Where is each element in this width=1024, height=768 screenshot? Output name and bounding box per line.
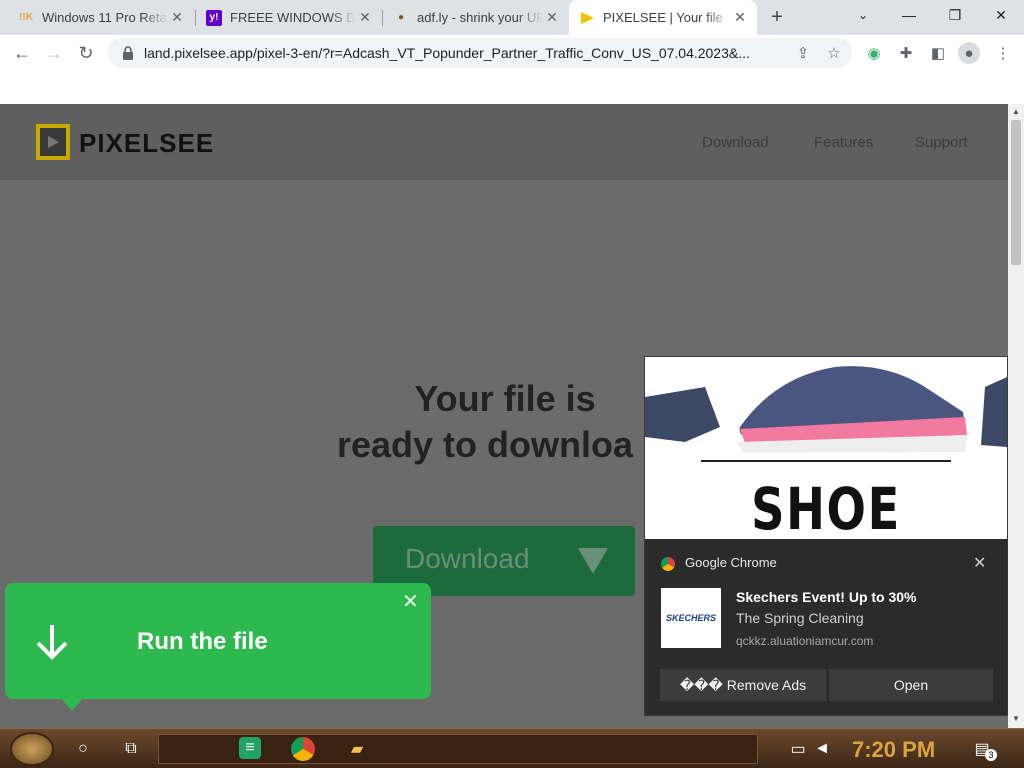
- site-logo-text[interactable]: PIXELSEE: [79, 128, 214, 159]
- notification-app-name: Google Chrome: [685, 555, 777, 570]
- reload-button[interactable]: ↻: [72, 39, 100, 67]
- scroll-up-arrow-icon[interactable]: ▲: [1012, 107, 1020, 116]
- chrome-notification: SHOE FINDER Google Chrome ✕ SKECHERS Ske…: [644, 356, 1008, 716]
- sneaker-image: [645, 366, 1007, 453]
- scrollbar-thumb[interactable]: [1011, 120, 1021, 265]
- close-banner-icon[interactable]: ✕: [402, 589, 419, 614]
- minimize-button[interactable]: —: [886, 0, 932, 30]
- chrome-menu-icon[interactable]: ⋮: [992, 42, 1014, 64]
- side-panel-icon[interactable]: ◧: [927, 42, 949, 64]
- tab-strip: !!K Windows 11 Pro Retail ✕ y! FREEE WIN…: [0, 0, 1024, 35]
- download-button-label: Download: [405, 543, 530, 574]
- browser-toolbar: ← → ↻ land.pixelsee.app/pixel-3-en/?r=Ad…: [0, 35, 1024, 72]
- page-scrollbar[interactable]: ▲ ▼: [1008, 104, 1024, 728]
- close-tab-icon[interactable]: ✕: [731, 9, 749, 26]
- bee-icon: ●: [397, 12, 405, 23]
- tab-pixelsee[interactable]: PIXELSEE | Your file ✕: [569, 0, 757, 35]
- orange-logo-icon: !!K: [19, 12, 33, 23]
- banner-pointer: [60, 697, 84, 711]
- close-tab-icon[interactable]: ✕: [168, 9, 186, 26]
- tab-search-chevron-icon[interactable]: ⌄: [840, 0, 886, 30]
- notification-title: Skechers Event! Up to 30%: [736, 589, 917, 605]
- open-button[interactable]: Open: [829, 669, 993, 701]
- url-text[interactable]: land.pixelsee.app/pixel-3-en/?r=Adcash_V…: [144, 45, 784, 61]
- network-icon[interactable]: ▭: [786, 737, 810, 761]
- windows-taskbar: ○ ⧉ ≡ ▰ ▭ ◄ 7:20 PM ▤ 3: [0, 728, 1024, 768]
- file-explorer-icon[interactable]: ▰: [345, 737, 369, 761]
- notes-app-icon[interactable]: ≡: [239, 737, 261, 759]
- system-clock[interactable]: 7:20 PM: [852, 737, 935, 763]
- nav-features[interactable]: Features: [814, 134, 873, 151]
- skechers-logo-icon: SKECHERS: [661, 588, 721, 648]
- site-header: PIXELSEE Download Features Support: [0, 104, 1008, 180]
- ad-image[interactable]: SHOE FINDER: [645, 357, 1007, 539]
- ad-divider: [701, 460, 951, 462]
- restore-button[interactable]: ❐: [932, 0, 978, 30]
- task-view-icon[interactable]: ⧉: [119, 737, 143, 761]
- close-notification-icon[interactable]: ✕: [973, 553, 986, 573]
- nav-download[interactable]: Download: [702, 134, 769, 151]
- tab-adfly[interactable]: ● adf.ly - shrink your URL ✕: [383, 0, 569, 35]
- scroll-down-arrow-icon[interactable]: ▼: [1012, 714, 1020, 723]
- lock-icon[interactable]: [122, 46, 136, 60]
- close-window-button[interactable]: ✕: [978, 0, 1024, 30]
- close-tab-icon[interactable]: ✕: [543, 9, 561, 26]
- remove-ads-button[interactable]: ��� Remove Ads: [660, 669, 826, 701]
- taskbar-apps-area: ≡ ▰: [158, 734, 758, 764]
- notification-body: The Spring Cleaning: [736, 610, 864, 626]
- download-arrow-icon: [35, 623, 69, 666]
- start-button[interactable]: [10, 732, 54, 766]
- bookmark-star-icon[interactable]: ☆: [823, 42, 845, 64]
- profile-avatar-icon[interactable]: ●: [958, 42, 980, 64]
- run-file-banner[interactable]: Run the file ✕: [5, 583, 431, 711]
- back-button[interactable]: ←: [8, 39, 36, 67]
- chrome-logo-icon: [661, 557, 675, 571]
- tab-windows-11[interactable]: !!K Windows 11 Pro Retail ✕: [8, 0, 194, 35]
- hero-line-2: ready to downloa: [336, 424, 634, 465]
- tab-freee-windows[interactable]: y! FREEE WINDOWS Do ✕: [196, 0, 382, 35]
- down-triangle-icon: [578, 548, 608, 574]
- close-tab-icon[interactable]: ✕: [356, 9, 374, 26]
- share-icon[interactable]: ⇪: [792, 42, 814, 64]
- address-bar[interactable]: land.pixelsee.app/pixel-3-en/?r=Adcash_V…: [108, 38, 852, 68]
- new-tab-button[interactable]: +: [765, 5, 789, 29]
- forward-button[interactable]: →: [40, 39, 68, 67]
- notification-source: qckkz.aluationiamcur.com: [736, 634, 874, 648]
- volume-muted-icon[interactable]: ◄: [810, 737, 834, 761]
- ad-headline: SHOE FINDER: [751, 475, 901, 539]
- yahoo-icon: y!: [206, 9, 222, 26]
- nav-support[interactable]: Support: [915, 134, 968, 151]
- notification-count-badge: 3: [985, 749, 997, 761]
- cortana-circle-icon[interactable]: ○: [71, 737, 95, 761]
- grammarly-extension-icon[interactable]: ◉: [863, 42, 885, 64]
- chrome-taskbar-icon[interactable]: [291, 737, 315, 761]
- extensions-puzzle-icon[interactable]: ✚: [895, 42, 917, 64]
- play-triangle-icon: [579, 10, 595, 26]
- pixelsee-logo-icon[interactable]: [36, 124, 70, 160]
- run-file-label: Run the file: [137, 628, 268, 655]
